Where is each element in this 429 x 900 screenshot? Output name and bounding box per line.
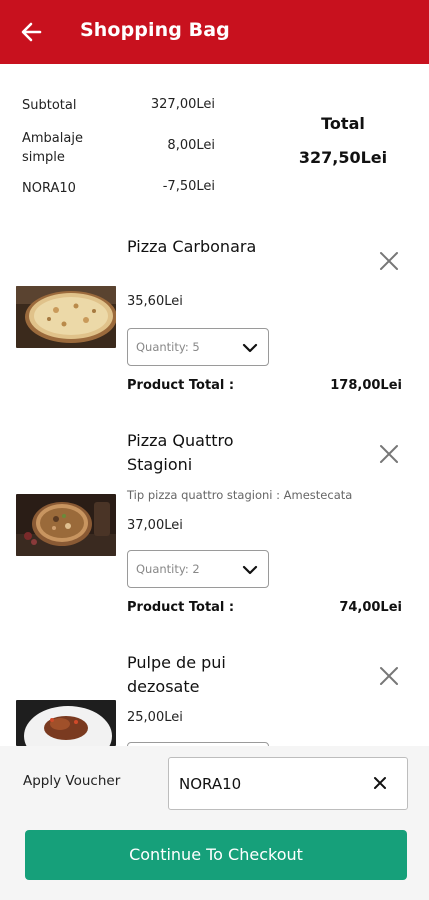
close-icon	[380, 667, 398, 685]
chevron-down-icon	[242, 343, 258, 353]
close-icon	[380, 252, 398, 270]
product-total-label: Product Total :	[127, 378, 235, 393]
product-price: 35,60Lei	[127, 294, 183, 309]
voucher-label: Apply Voucher	[23, 773, 121, 789]
packaging-label: Ambalaje simple	[22, 131, 83, 165]
product-name: Pizza Carbonara	[127, 237, 257, 256]
quantity-value: Quantity: 2	[136, 562, 200, 576]
subtotal-value: 327,00Lei	[150, 97, 215, 112]
quantity-select[interactable]: Quantity: 2	[127, 550, 269, 588]
total-label: Total	[321, 114, 365, 133]
back-button[interactable]	[18, 19, 46, 45]
cart-item: Pulpe de pui dezosate 25,00Lei	[0, 650, 429, 746]
discount-label: NORA10	[22, 181, 76, 196]
product-total-label: Product Total :	[127, 600, 235, 615]
app-header: Shopping Bag	[0, 0, 429, 64]
product-price: 37,00Lei	[127, 518, 183, 533]
discount-value: -7,50Lei	[162, 179, 215, 194]
product-variant: Tip pizza quattro stagioni : Amestecata	[127, 488, 353, 502]
quantity-value: Quantity: 5	[136, 340, 200, 354]
subtotal-label: Subtotal	[22, 98, 77, 113]
remove-item-button[interactable]	[376, 248, 402, 274]
chevron-down-icon	[242, 565, 258, 575]
close-icon	[374, 777, 386, 789]
product-price: 25,00Lei	[127, 710, 183, 725]
clear-voucher-button[interactable]	[370, 773, 390, 793]
product-total-value: 178,00Lei	[330, 378, 402, 393]
product-image-pizza-quattro-stagioni	[16, 494, 116, 556]
product-image-pulpe-de-pui	[16, 700, 116, 746]
arrow-left-icon	[21, 22, 42, 42]
continue-to-checkout-button[interactable]: Continue To Checkout	[25, 830, 407, 880]
product-name: Pizza Quattro Stagioni	[127, 431, 234, 474]
product-total-value: 74,00Lei	[339, 600, 402, 615]
close-icon	[380, 445, 398, 463]
page-title: Shopping Bag	[80, 19, 230, 41]
cart-item: Pizza Carbonara 35,60Lei Quantity: 5 Pro…	[0, 234, 429, 414]
checkout-bar: Apply Voucher Continue To Checkout	[0, 746, 429, 900]
product-image-pizza-carbonara	[16, 286, 116, 348]
quantity-select[interactable]: Quantity: 5	[127, 328, 269, 366]
total-value: 327,50Lei	[298, 148, 388, 167]
order-summary: Subtotal 327,00Lei Ambalaje simple 8,00L…	[0, 64, 429, 214]
packaging-value: 8,00Lei	[167, 138, 215, 153]
remove-item-button[interactable]	[376, 441, 402, 467]
remove-item-button[interactable]	[376, 663, 402, 689]
cart-item: Pizza Quattro Stagioni Tip pizza quattro…	[0, 428, 429, 628]
product-name: Pulpe de pui dezosate	[127, 653, 226, 696]
